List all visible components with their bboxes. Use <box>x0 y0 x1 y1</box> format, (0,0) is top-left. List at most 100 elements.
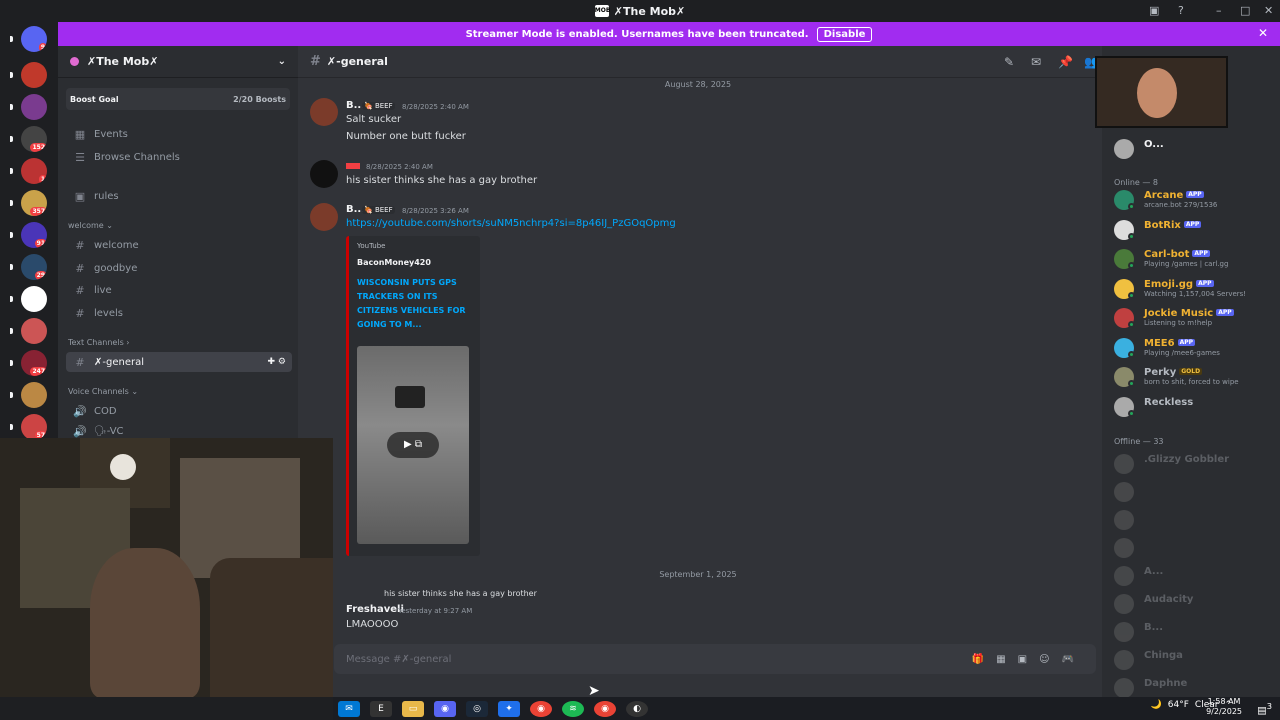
voice-channel-cod[interactable]: 🔊 COD <box>66 401 292 421</box>
spotify-icon[interactable]: ≋ <box>562 700 584 717</box>
status-dot <box>1128 321 1135 328</box>
boost-count: 2/20 Boosts <box>233 94 286 104</box>
channel-label: welcome <box>94 239 139 251</box>
avatar[interactable] <box>310 203 338 231</box>
server-icon[interactable] <box>21 318 47 344</box>
member-row[interactable]: MEE6 APP Playing /mee6-games <box>1114 337 1274 359</box>
channel-general[interactable]: # ✗-general ✚ ⚙ <box>66 352 292 372</box>
play-icon[interactable]: ▶ ⧉ <box>387 432 439 458</box>
voice-channel-vc[interactable]: 🔊 🗣-VC <box>66 424 292 438</box>
member-row[interactable] <box>1114 509 1274 531</box>
sidebar-item-label: Browse Channels <box>94 151 180 163</box>
chrome-icon-2[interactable]: ◉ <box>594 700 616 717</box>
channel-rules[interactable]: ▣ rules <box>66 186 292 206</box>
server-icon[interactable]: 1 <box>21 158 47 184</box>
member-row[interactable] <box>1114 481 1274 503</box>
date-separator: September 1, 2025 <box>659 570 737 579</box>
steam-icon[interactable]: ◎ <box>466 700 488 717</box>
channel-goodbye[interactable]: # goodbye <box>66 258 292 278</box>
channel-levels[interactable]: # levels <box>66 303 292 323</box>
member-row[interactable]: Daphne <box>1114 677 1274 699</box>
unread-indicator <box>10 424 13 430</box>
member-row[interactable]: Emoji.gg APP Watching 1,157,004 Servers! <box>1114 278 1274 300</box>
member-row[interactable]: Reckless <box>1114 396 1274 418</box>
member-row[interactable]: Chinga <box>1114 649 1274 671</box>
member-status: Listening to m!help <box>1144 319 1213 327</box>
member-row[interactable] <box>1114 537 1274 559</box>
notifications-icon[interactable]: ✉ <box>1031 55 1041 69</box>
server-icon[interactable]: 29 <box>21 254 47 280</box>
server-icon[interactable]: 91 <box>21 222 47 248</box>
channel-welcome[interactable]: # welcome <box>66 235 292 255</box>
message-author[interactable]: Freshaveli <box>346 604 404 615</box>
status-dot <box>1128 380 1135 387</box>
embed-title[interactable]: WISCONSIN PUTS GPS TRACKERS ON ITS CITIZ… <box>357 276 475 332</box>
sidebar-item-browse-channels[interactable]: ☰ Browse Channels <box>66 147 292 167</box>
member-row[interactable]: B... <box>1114 621 1274 643</box>
category-voice-channels[interactable]: Voice Channels ⌄ <box>68 387 138 396</box>
input-toolbar-icons[interactable]: 🎁▦▣☺🎮 <box>972 654 1086 665</box>
help-icon[interactable]: ? <box>1178 4 1184 17</box>
reply-quote[interactable]: his sister thinks she has a gay brother <box>384 589 537 598</box>
calendar-icon: ▦ <box>74 127 86 141</box>
avatar[interactable] <box>310 160 338 188</box>
member-row[interactable]: Perky GOLD born to shit, forced to wipe <box>1114 366 1274 388</box>
outlook-icon[interactable]: ✉ <box>338 700 360 717</box>
inbox-icon[interactable]: ▣ <box>1149 4 1159 17</box>
server-icon[interactable]: 152 <box>21 126 47 152</box>
member-row[interactable]: Audacity <box>1114 593 1274 615</box>
file-explorer-icon[interactable]: ▭ <box>402 700 424 717</box>
member-row[interactable]: Jockie Music APP Listening to m!help <box>1114 307 1274 329</box>
channel-live[interactable]: # live <box>66 280 292 300</box>
member-row[interactable]: A... <box>1114 565 1274 587</box>
member-row[interactable]: O... <box>1114 138 1274 160</box>
member-row[interactable]: Arcane APP arcane.bot 279/1536 <box>1114 189 1274 211</box>
chair <box>210 558 333 697</box>
member-list: O... Online — 8 Arcane APP arcane.bot 279/… <box>1102 46 1280 699</box>
video-thumbnail[interactable]: ▶ ⧉ <box>357 346 469 544</box>
obs-icon[interactable]: ◐ <box>626 700 648 717</box>
embed-author[interactable]: BaconMoney420 <box>357 258 431 267</box>
category-welcome[interactable]: welcome ⌄ <box>68 221 113 230</box>
chevron-down-icon[interactable]: ⌄ <box>278 56 286 67</box>
sidebar-item-events[interactable]: ▦ Events <box>66 124 292 144</box>
notification-icon[interactable]: ▤3 <box>1257 701 1272 716</box>
clock[interactable]: 1:58 AM 9/2/2025 <box>1206 697 1242 717</box>
discord-icon[interactable]: ◉ <box>434 700 456 717</box>
server-icon[interactable] <box>21 94 47 120</box>
message-input[interactable]: Message #✗-general 🎁▦▣☺🎮 <box>334 644 1096 674</box>
server-icon[interactable]: 57 <box>21 414 47 440</box>
boost-goal[interactable]: Boost Goal 2/20 Boosts <box>66 88 290 110</box>
minimize-button[interactable]: – <box>1216 4 1222 17</box>
member-name: O... <box>1144 139 1164 150</box>
member-row[interactable]: BotRix APP <box>1114 219 1274 241</box>
settings-icon[interactable]: ✚ ⚙ <box>268 357 286 367</box>
chrome-icon[interactable]: ◉ <box>530 700 552 717</box>
server-header[interactable]: ✗The Mob✗ ⌄ <box>58 46 298 78</box>
server-icon[interactable] <box>21 62 47 88</box>
clock-time: 1:58 AM <box>1207 697 1241 706</box>
message-author[interactable] <box>346 163 360 169</box>
server-icon[interactable] <box>21 286 47 312</box>
member-row[interactable]: .Glizzy Gobbler <box>1114 453 1274 475</box>
epic-games-icon[interactable]: E <box>370 700 392 717</box>
pin-icon[interactable]: 📌 <box>1058 55 1073 69</box>
member-row[interactable]: Carl-bot APP Playing /games | carl.gg <box>1114 248 1274 270</box>
maximize-button[interactable]: □ <box>1240 4 1250 17</box>
server-icon[interactable]: 357 <box>21 190 47 216</box>
embed-provider: YouTube <box>357 242 386 250</box>
member-status: Watching 1,157,004 Servers! <box>1144 289 1247 298</box>
channel-label: ✗-general <box>94 356 144 368</box>
category-text-channels[interactable]: Text Channels › <box>68 338 129 347</box>
server-icon[interactable] <box>21 382 47 408</box>
close-icon[interactable]: ✕ <box>1258 26 1268 40</box>
close-window-button[interactable]: ✕ <box>1264 4 1273 17</box>
server-icon[interactable]: 9 <box>21 26 47 52</box>
battlenet-icon[interactable]: ✦ <box>498 700 520 717</box>
message-text: Salt sucker <box>346 114 402 125</box>
disable-button[interactable]: Disable <box>816 26 873 42</box>
avatar[interactable] <box>310 98 338 126</box>
threads-icon[interactable]: ✎ <box>1004 55 1014 69</box>
message-link[interactable]: https://youtube.com/shorts/suNM5nchrp4?s… <box>346 218 676 229</box>
server-icon[interactable]: 247 <box>21 350 47 376</box>
